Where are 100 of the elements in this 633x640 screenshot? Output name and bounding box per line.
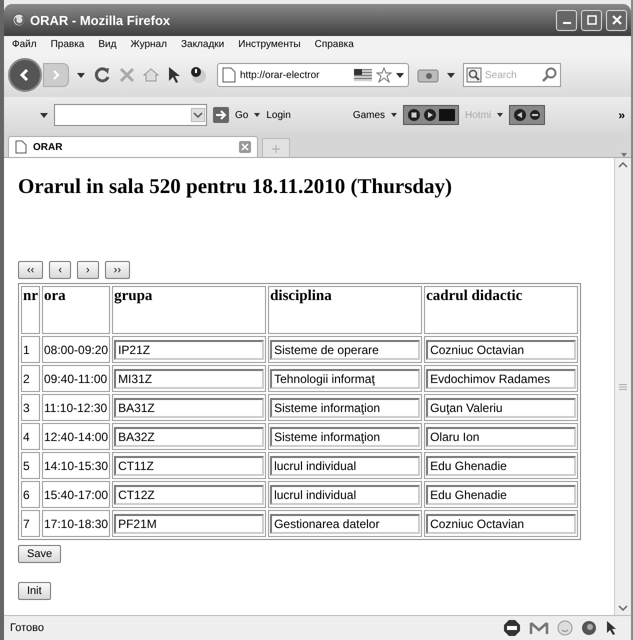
menu-item[interactable]: Файл — [12, 39, 37, 50]
menu-item[interactable]: Закладки — [180, 39, 224, 50]
address-bar[interactable]: http://orar-electror — [217, 63, 409, 87]
maximize-button[interactable] — [581, 10, 602, 30]
form-button[interactable]: Init — [18, 582, 51, 600]
cursor-icon[interactable] — [167, 66, 181, 84]
star-icon[interactable] — [376, 67, 392, 83]
scroll-grip-icon — [619, 384, 627, 390]
camera-icon[interactable] — [417, 67, 439, 83]
table-cell: 17:10-18:30 — [42, 510, 110, 537]
dropdown-arrow-icon[interactable] — [77, 72, 85, 78]
close-icon[interactable] — [239, 141, 251, 153]
text-field[interactable]: CT11Z — [114, 456, 264, 476]
text-field[interactable]: BA31Z — [114, 398, 264, 418]
volume-icon[interactable] — [513, 108, 528, 122]
column-header: disciplina — [268, 286, 422, 334]
browser-tab[interactable]: ORAR — [8, 136, 258, 157]
table-cell: 08:00-09:20 — [42, 336, 110, 363]
column-header: nr — [21, 286, 40, 334]
page-icon — [222, 67, 236, 83]
dropdown-arrow-icon[interactable] — [40, 112, 48, 118]
table-cell: 12:40-14:00 — [42, 423, 110, 450]
close-button[interactable] — [606, 10, 627, 30]
back-button[interactable] — [8, 58, 42, 92]
vertical-scrollbar[interactable] — [614, 158, 631, 615]
close-icon — [612, 15, 622, 25]
stop-icon[interactable] — [407, 108, 422, 122]
text-field[interactable]: lucrul individual — [270, 484, 420, 504]
text-field[interactable]: Edu Ghenadie — [426, 456, 576, 476]
pager-button[interactable]: › — [77, 261, 99, 279]
scroll-up-icon[interactable] — [616, 160, 630, 170]
adblock-icon[interactable] — [503, 619, 521, 637]
table-cell: 1 — [21, 336, 40, 363]
text-field[interactable]: Sisteme informaţion — [270, 426, 420, 446]
dropdown-arrow-icon[interactable] — [447, 72, 455, 78]
table-cell: 09:40-11:00 — [42, 365, 110, 392]
display-screen — [439, 109, 456, 121]
column-header: ora — [42, 286, 110, 334]
minus-icon[interactable] — [529, 109, 542, 121]
go-arrow-icon[interactable] — [213, 107, 229, 123]
minimize-button[interactable] — [556, 10, 577, 30]
text-field[interactable]: Sisteme informaţion — [270, 398, 420, 418]
dropdown-arrow-icon[interactable] — [497, 113, 504, 117]
table-cell: 11:10-12:30 — [42, 394, 110, 421]
go-button[interactable]: Go — [235, 110, 248, 120]
maximize-icon — [586, 15, 596, 25]
form-button[interactable]: Save — [18, 545, 62, 563]
text-field[interactable]: Cozniuc Octavian — [426, 514, 576, 534]
window-title: ORAR - Mozilla Firefox — [30, 12, 170, 28]
text-field[interactable]: CT12Z — [114, 484, 264, 504]
toolbar-search-field[interactable] — [54, 104, 207, 126]
text-field[interactable]: Gestionarea datelor — [270, 514, 420, 534]
dropdown-arrow-icon[interactable] — [254, 113, 260, 117]
overflow-chevron[interactable]: » — [618, 108, 625, 122]
text-field[interactable]: Edu Ghenadie — [426, 484, 576, 504]
text-field[interactable]: Sisteme de operare — [270, 340, 420, 360]
text-field[interactable]: IP21Z — [114, 340, 264, 360]
dropdown-arrow-icon[interactable] — [396, 72, 404, 78]
play-icon[interactable] — [423, 108, 438, 122]
reload-icon[interactable] — [93, 66, 111, 84]
table-cell: 7 — [21, 510, 40, 537]
addon-icon[interactable] — [189, 65, 209, 85]
page-heading: Orarul in sala 520 pentru 18.11.2010 (Thursday) — [18, 174, 454, 199]
search-engine-icon[interactable] — [466, 67, 482, 83]
status-text: Готово — [10, 622, 44, 634]
text-field[interactable]: Cozniuc Octavian — [426, 340, 576, 360]
mail-icon[interactable] — [529, 621, 549, 635]
pager-button[interactable]: ‹‹ — [18, 261, 44, 279]
text-field[interactable]: lucrul individual — [270, 456, 420, 476]
menu-item[interactable]: Правка — [50, 39, 84, 50]
text-field[interactable]: Olaru Ion — [426, 426, 576, 446]
minimize-icon — [562, 22, 570, 24]
table-cell: 6 — [21, 481, 40, 508]
text-field[interactable]: Guţan Valeriu — [426, 398, 576, 418]
flag-icon — [354, 69, 372, 81]
text-field[interactable]: BA32Z — [114, 426, 264, 446]
text-field[interactable]: PF21M — [114, 514, 264, 534]
column-header: cadrul didactic — [424, 286, 578, 334]
dropdown-arrow-icon[interactable] — [391, 113, 398, 117]
column-header: grupa — [112, 286, 266, 334]
login-link[interactable]: Login — [266, 110, 291, 120]
text-field[interactable]: Evdochimov Radames — [426, 368, 576, 388]
table-cell: 14:10-15:30 — [42, 452, 110, 479]
menu-item[interactable]: Вид — [98, 39, 116, 50]
text-field[interactable]: MI31Z — [114, 368, 264, 388]
text-field[interactable]: Tehnologii informaţ — [270, 368, 420, 388]
dropdown-arrow-icon[interactable] — [191, 108, 205, 122]
cursor-icon[interactable] — [605, 620, 617, 636]
table-cell: 15:40-17:00 — [42, 481, 110, 508]
menu-item[interactable]: Инструменты — [238, 39, 301, 50]
pager-button[interactable]: ›› — [104, 261, 130, 279]
toolbar-menu[interactable]: Games — [352, 110, 386, 120]
table-cell: 3 — [21, 394, 40, 421]
scroll-down-icon[interactable] — [616, 603, 630, 613]
search-icon[interactable] — [542, 67, 558, 83]
menu-item[interactable]: Справка — [314, 39, 354, 50]
pager-button[interactable]: ‹ — [49, 261, 71, 279]
menu-item[interactable]: Журнал — [130, 39, 167, 50]
browser-logo-icon — [12, 13, 26, 27]
page-icon — [15, 140, 27, 154]
